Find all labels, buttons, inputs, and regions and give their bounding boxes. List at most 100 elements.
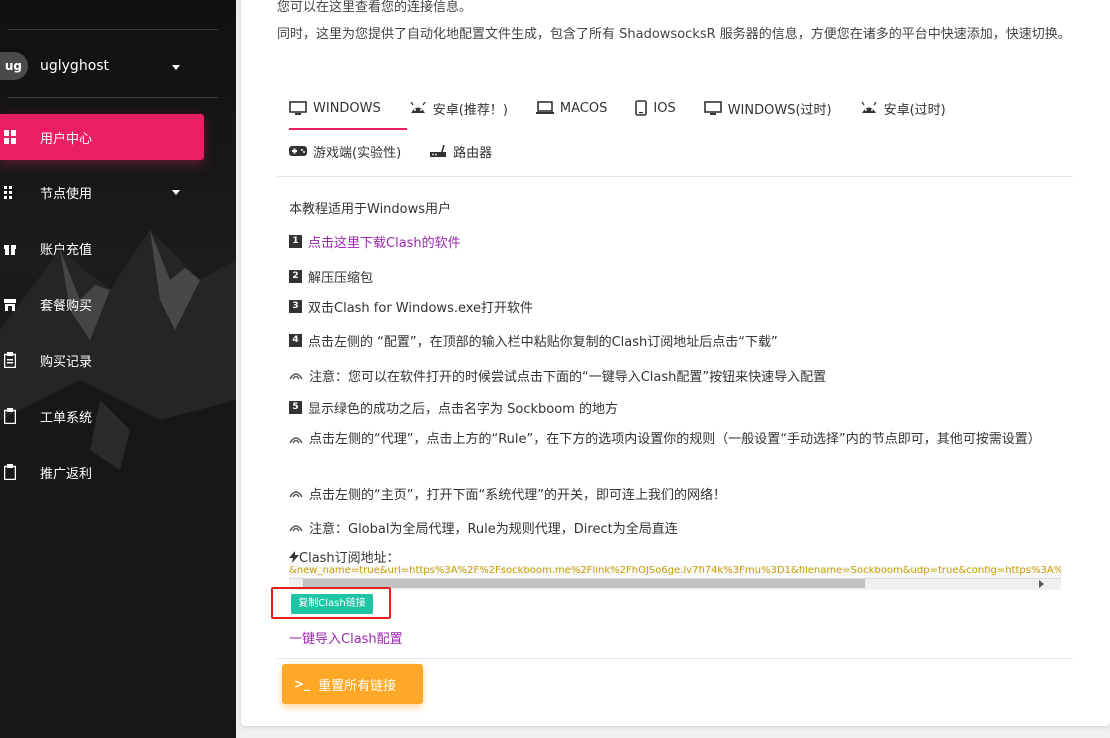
- connection-info-card: 您可以在这里查看您的连接信息。 同时，这里为您提供了自动化地配置文件生成，包含了…: [241, 0, 1110, 726]
- sidebar-item-tickets[interactable]: 工单系统: [0, 393, 204, 439]
- step-2: 2 解压压缩包: [289, 267, 373, 286]
- sidebar-item-label: 推广返利: [40, 466, 93, 482]
- wifi-icon: [289, 490, 303, 497]
- step-text: 点击这里下载Clash的软件: [308, 236, 461, 251]
- avatar: ug: [0, 52, 28, 80]
- note-2: 点击左侧的“代理”，点击上方的“Rule”，在下方的选项内设置你的规则（一般设置…: [289, 429, 1069, 451]
- active-tab-indicator: [289, 128, 407, 130]
- tab-macos[interactable]: MACOS: [535, 100, 608, 116]
- scroll-right-icon[interactable]: [1039, 580, 1044, 588]
- tab-windows[interactable]: WINDOWS: [289, 101, 381, 116]
- clipboard-icon: [4, 408, 16, 424]
- step-text: 显示绿色的成功之后，点击名字为 Sockboom 的地方: [308, 402, 618, 417]
- sidebar-divider: [8, 97, 218, 98]
- step-number-icon: 1: [289, 235, 302, 248]
- subscription-url: &new_name=true&url=https%3A%2F%2Fsockboo…: [289, 566, 1061, 576]
- username: uglyghost: [40, 58, 110, 74]
- sidebar-item-user-center[interactable]: 用户中心: [0, 114, 204, 160]
- note-text: 点击左侧的“代理”，点击上方的“Rule”，在下方的选项内设置你的规则（一般设置…: [309, 432, 1041, 447]
- router-icon: [430, 144, 447, 157]
- tab-label: MACOS: [559, 100, 608, 116]
- subscription-label-text: Clash订阅地址：: [299, 551, 400, 566]
- one-click-import-link[interactable]: 一键导入Clash配置: [289, 628, 403, 647]
- sidebar-item-label: 套餐购买: [40, 298, 93, 314]
- note-1: 注意：您可以在软件打开的时候尝试点击下面的“一键导入Clash配置”按钮来快速导…: [289, 366, 826, 385]
- tab-label: 游戏端(实验性): [313, 145, 402, 161]
- sidebar-item-referral[interactable]: 推广返利: [0, 449, 204, 495]
- divider: [277, 176, 1073, 177]
- sidebar-item-label: 工单系统: [40, 410, 93, 426]
- wifi-icon: [289, 372, 303, 379]
- tab-label: IOS: [653, 100, 676, 116]
- subscription-label: Clash订阅地址：: [289, 547, 400, 566]
- dashboard-icon: [4, 130, 16, 144]
- reset-all-links-button[interactable]: >_ 重置所有链接: [282, 664, 423, 704]
- sidebar-item-recharge[interactable]: 账户充值: [0, 225, 204, 271]
- tab-android-recommended[interactable]: 安卓(推荐！): [409, 99, 508, 118]
- download-clash-link[interactable]: 1 点击这里下载Clash的软件: [289, 232, 461, 251]
- sidebar-divider: [8, 29, 218, 30]
- note-3: 点击左侧的“主页”，打开下面“系统代理”的开关，即可连上我们的网络！: [289, 484, 726, 503]
- step-number-icon: 4: [289, 334, 302, 347]
- tab-windows-legacy[interactable]: WINDOWS(过时): [703, 99, 832, 118]
- guide-intro: 本教程适用于Windows用户: [289, 198, 451, 217]
- sidebar-item-label: 账户充值: [40, 242, 93, 258]
- tab-game-client[interactable]: 游戏端(实验性): [289, 142, 401, 161]
- step-text: 点击左侧的 “配置”，在顶部的输入栏中粘贴你复制的Clash订阅地址后点击“下载…: [308, 335, 778, 350]
- step-text: 解压压缩包: [308, 271, 374, 286]
- note-text: 点击左侧的“主页”，打开下面“系统代理”的开关，即可连上我们的网络！: [309, 488, 726, 503]
- tab-label: WINDOWS(过时): [727, 102, 832, 118]
- clipboard-icon: [4, 352, 16, 368]
- step-text: 双击Clash for Windows.exe打开软件: [308, 301, 534, 316]
- divider: [277, 658, 1073, 659]
- terminal-icon: >_: [294, 677, 311, 691]
- guide-intro-text: 本教程适用于Windows用户: [289, 202, 452, 217]
- step-4: 4 点击左侧的 “配置”，在顶部的输入栏中粘贴你复制的Clash订阅地址后点击“下…: [289, 331, 778, 350]
- tab-android-legacy[interactable]: 安卓(过时): [860, 99, 946, 118]
- wifi-icon: [289, 437, 303, 444]
- android-icon: [861, 102, 877, 113]
- flash-icon: [289, 551, 299, 563]
- sidebar-item-label: 用户中心: [40, 131, 93, 147]
- monitor-icon: [289, 100, 307, 115]
- step-5: 5 显示绿色的成功之后，点击名字为 Sockboom 的地方: [289, 398, 618, 417]
- store-icon: [4, 299, 16, 311]
- note-text: 注意：您可以在软件打开的时候尝试点击下面的“一键导入Clash配置”按钮来快速导…: [309, 370, 827, 385]
- user-menu[interactable]: ug uglyghost: [0, 44, 218, 88]
- grid-icon: [4, 186, 12, 199]
- sidebar-item-label: 节点使用: [40, 186, 93, 202]
- android-icon: [410, 102, 426, 113]
- step-number-icon: 2: [289, 270, 302, 283]
- tab-ios[interactable]: IOS: [635, 100, 676, 116]
- sidebar-item-purchase-history[interactable]: 购买记录: [0, 337, 204, 383]
- phone-icon: [635, 100, 648, 116]
- gamepad-icon: [289, 146, 307, 156]
- sidebar-item-purchase[interactable]: 套餐购买: [0, 281, 204, 327]
- tab-router[interactable]: 路由器: [429, 142, 492, 161]
- note-4: 注意：Global为全局代理，Rule为规则代理，Direct为全局直连: [289, 518, 678, 537]
- laptop-icon: [535, 101, 554, 114]
- subscription-url-field[interactable]: &new_name=true&url=https%3A%2F%2Fsockboo…: [289, 566, 1061, 590]
- sidebar-item-node-usage[interactable]: 节点使用: [0, 169, 204, 215]
- monitor-icon: [703, 100, 722, 115]
- sidebar-item-label: 购买记录: [40, 354, 93, 370]
- intro-text: 您可以在这里查看您的连接信息。: [277, 0, 473, 15]
- platform-tabs-row2: 游戏端(实验性) 路由器: [289, 136, 520, 166]
- tab-label: 路由器: [453, 145, 493, 161]
- tab-label: WINDOWS: [313, 100, 381, 116]
- note-text: 注意：Global为全局代理，Rule为规则代理，Direct为全局直连: [309, 522, 678, 537]
- platform-tabs: WINDOWS 安卓(推荐！) MACOS IOS WINDOWS(过时) 安卓…: [289, 90, 974, 126]
- copy-clash-link-button[interactable]: 复制Clash链接: [291, 594, 373, 614]
- wifi-icon: [289, 524, 303, 531]
- tab-label: 安卓(推荐！): [432, 102, 508, 118]
- step-number-icon: 3: [289, 300, 302, 313]
- tab-label: 安卓(过时): [883, 102, 946, 118]
- intro-description: 同时，这里为您提供了自动化地配置文件生成，包含了所有 ShadowsocksR …: [277, 27, 1071, 42]
- gift-icon: [4, 241, 16, 255]
- step-3: 3 双击Clash for Windows.exe打开软件: [289, 297, 533, 316]
- clipboard-icon: [4, 464, 16, 480]
- sidebar: ug uglyghost 用户中心 节点使用 账户充值 套餐购买 购买记录 工单…: [0, 0, 236, 738]
- step-number-icon: 5: [289, 401, 302, 414]
- chevron-down-icon: [172, 190, 180, 195]
- reset-button-label: 重置所有链接: [318, 678, 397, 694]
